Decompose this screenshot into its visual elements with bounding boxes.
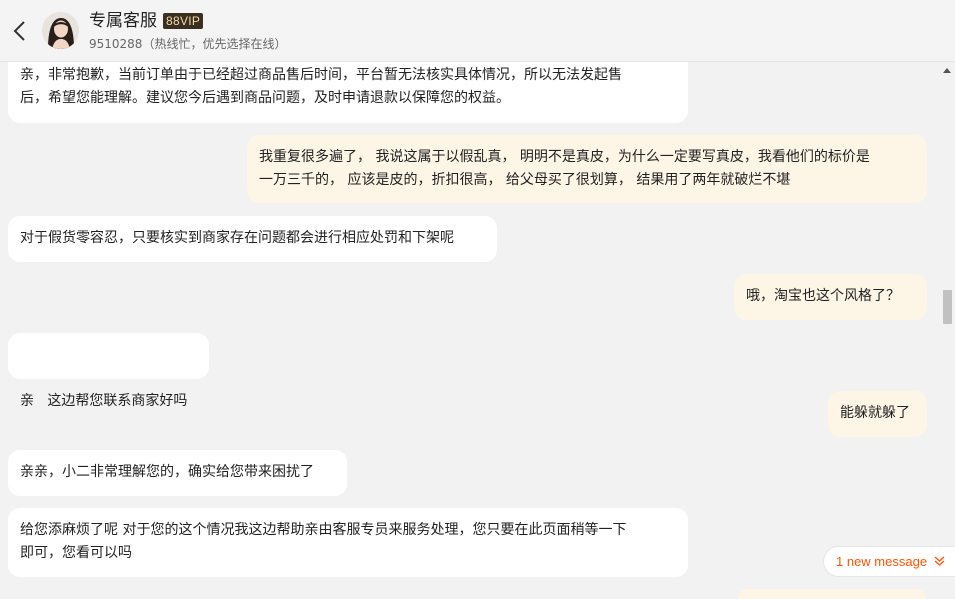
message-line: 即可，您看可以吗 bbox=[20, 545, 132, 561]
message-bubble-user: 我重复很多遍了， 我说这属于以假乱真， 明明不是真皮，为什么一定要写真皮，我看他… bbox=[247, 135, 927, 203]
message-line: 我重复很多遍了， 我说这属于以假乱真， 明明不是真皮，为什么一定要写真皮，我看他… bbox=[259, 149, 870, 165]
message-line: 亲亲，小二非常理解您的，确实给您带来困扰了 bbox=[20, 464, 314, 480]
hotline-subtitle: 9510288（热线忙，优先选择在线） bbox=[89, 37, 287, 51]
message-line: 给您添麻烦了呢 对于您的这个情况我这边帮助亲由客服专员来服务处理，您只要在此页面… bbox=[20, 522, 627, 538]
message-line: 亲 这边帮您联系商家好吗 bbox=[20, 393, 188, 409]
message-line: 哦，淘宝也这个风格了？ bbox=[746, 288, 900, 304]
message-line: 一万三千的， 应该是皮的，折扣很高， 给父母买了很划算， 结果用了两年就破烂不堪 bbox=[259, 172, 791, 188]
message-line: 亲，非常抱歉，当前订单由于已经超过商品售后时间，平台暂无法核实具体情况，所以无法… bbox=[20, 67, 622, 83]
message-bubble-agent: 亲亲，小二非常理解您的，确实给您带来困扰了 bbox=[8, 450, 347, 496]
message-bubble-user: 哦，淘宝也这个风格了？ bbox=[734, 274, 927, 320]
message-line: 能躲就躲了 bbox=[840, 405, 910, 421]
back-arrow-icon[interactable] bbox=[10, 19, 30, 43]
message-list[interactable]: 亲，非常抱歉，当前订单由于已经超过商品售后时间，平台暂无法核实具体情况，所以无法… bbox=[0, 62, 940, 594]
message-line: 后，希望您能理解。建议您今后遇到商品问题，及时申请退款以保障您的权益。 bbox=[20, 90, 510, 106]
avatar[interactable] bbox=[42, 12, 79, 49]
new-message-button[interactable]: 1 new message bbox=[823, 546, 955, 577]
scroll-up-arrow-icon[interactable] bbox=[943, 68, 951, 73]
message-bubble-agent: 亲，非常抱歉，当前订单由于已经超过商品售后时间，平台暂无法核实具体情况，所以无法… bbox=[8, 62, 688, 123]
message-bubble-user bbox=[738, 589, 926, 599]
message-bubble-agent: 亲 这边帮您联系商家好吗 bbox=[8, 333, 209, 409]
message-bubble-agent: 给您添麻烦了呢 对于您的这个情况我这边帮助亲由客服专员来服务处理，您只要在此页面… bbox=[8, 508, 688, 577]
double-chevron-down-icon bbox=[934, 547, 945, 586]
new-message-label: 1 new message bbox=[836, 554, 928, 569]
scrollbar[interactable] bbox=[940, 62, 955, 594]
message-bubble-agent: 对于假货零容忍，只要核实到商家存在问题都会进行相应处罚和下架呢 bbox=[8, 216, 497, 262]
scrollbar-thumb[interactable] bbox=[943, 290, 952, 324]
chat-header: 专属客服 88VIP 9510288（热线忙，优先选择在线） bbox=[0, 0, 955, 62]
vip-badge: 88VIP bbox=[163, 13, 204, 29]
message-line: 对于假货零容忍，只要核实到商家存在问题都会进行相应处罚和下架呢 bbox=[20, 230, 454, 246]
message-bubble-user: 能躲就躲了 bbox=[828, 391, 927, 437]
page-title: 专属客服 bbox=[89, 11, 157, 31]
